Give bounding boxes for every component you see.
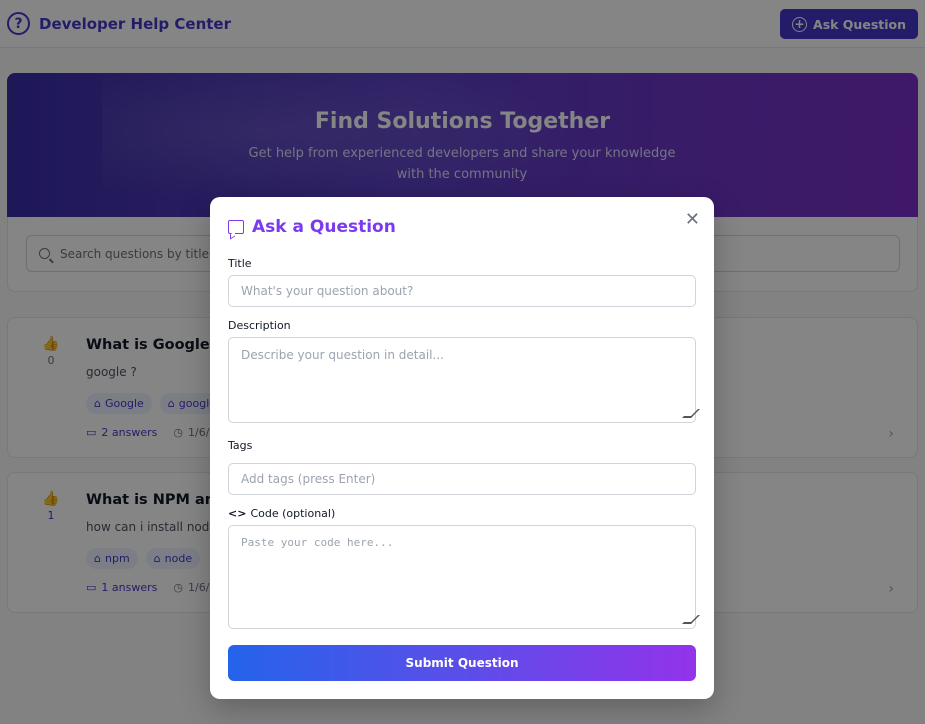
title-label: Title [228,257,252,270]
ask-question-modal: ✕ Ask a Question Title What's your quest… [210,197,714,699]
description-textarea[interactable]: Describe your question in detail... [228,337,700,423]
code-icon: <> [228,507,247,520]
title-placeholder: What's your question about? [241,284,414,298]
submit-label: Submit Question [405,656,519,670]
title-input[interactable]: What's your question about? [228,275,696,307]
code-label: <> Code (optional) [228,507,335,520]
submit-question-button[interactable]: Submit Question [228,645,696,681]
description-label: Description [228,319,291,332]
close-icon[interactable]: ✕ [685,209,700,230]
description-placeholder: Describe your question in detail... [241,348,444,362]
modal-title: Ask a Question [228,217,396,237]
resize-handle[interactable] [682,615,700,624]
resize-handle[interactable] [682,409,700,418]
message-square-icon [228,220,244,234]
tags-placeholder: Add tags (press Enter) [241,472,376,486]
code-textarea[interactable]: Paste your code here... [228,525,700,629]
modal-title-text: Ask a Question [252,217,396,237]
tags-input[interactable]: Add tags (press Enter) [228,463,696,495]
code-label-text: Code (optional) [250,507,336,520]
code-placeholder: Paste your code here... [241,536,394,549]
tags-label: Tags [228,439,253,452]
